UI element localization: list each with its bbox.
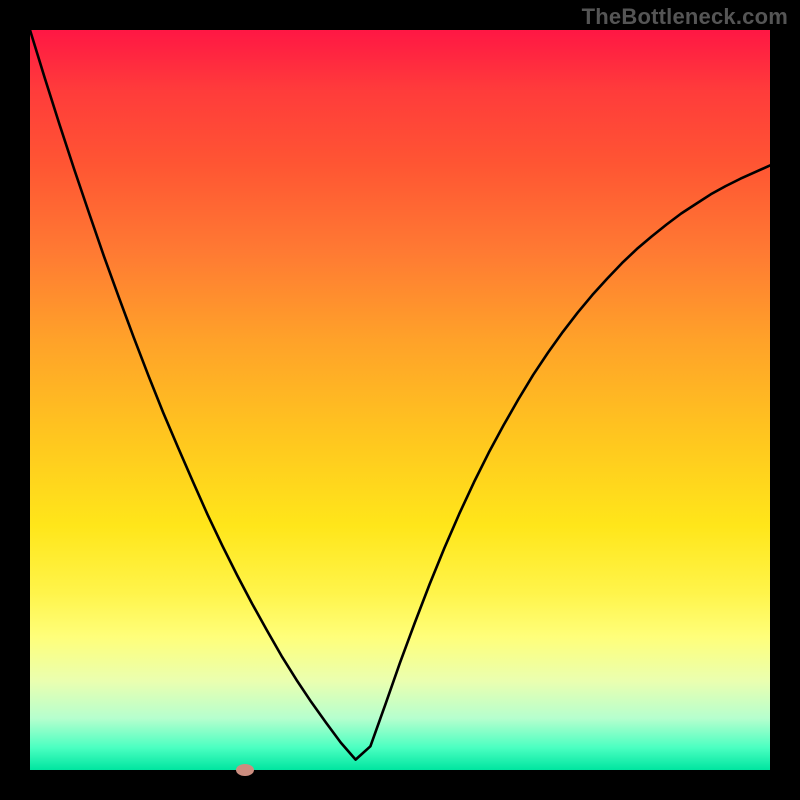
watermark-text: TheBottleneck.com [582, 4, 788, 30]
bottleneck-curve [30, 30, 770, 770]
chart-frame: TheBottleneck.com [0, 0, 800, 800]
optimal-point-marker [236, 764, 254, 776]
